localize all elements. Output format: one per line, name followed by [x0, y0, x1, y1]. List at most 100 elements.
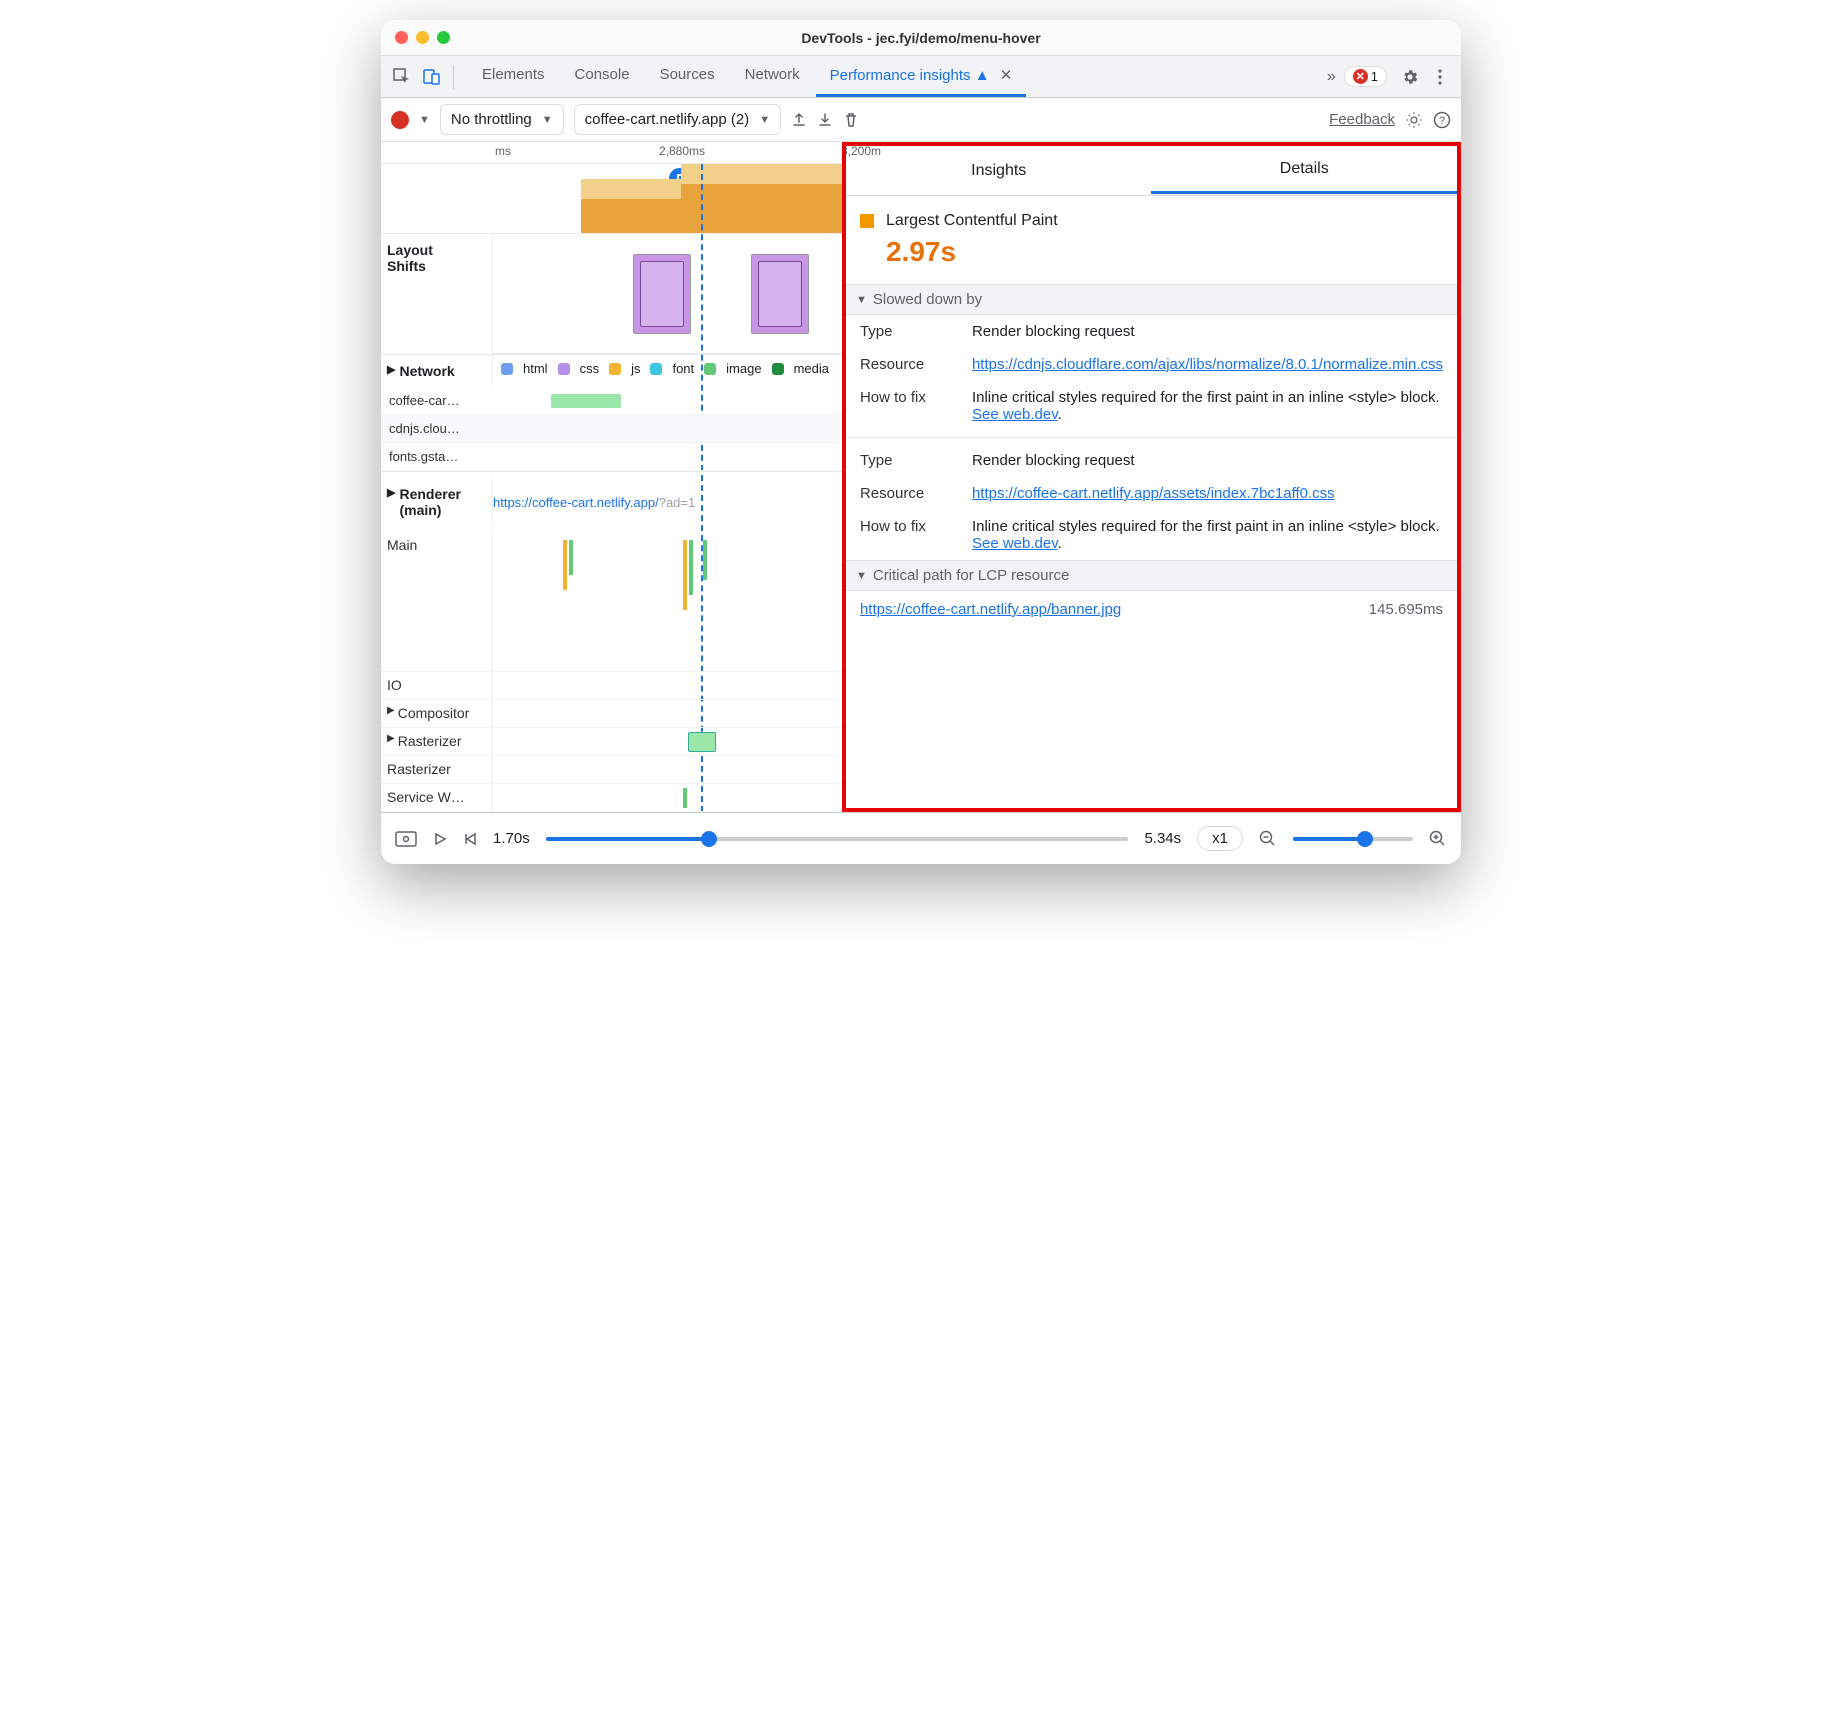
record-menu-caret[interactable]: ▼	[419, 114, 430, 126]
thread-service-worker[interactable]: Service W…	[381, 784, 842, 812]
legend-font-swatch	[650, 363, 662, 375]
skip-back-icon[interactable]	[463, 832, 477, 846]
close-tab-icon[interactable]: ✕	[1000, 67, 1013, 84]
help-icon[interactable]: ?	[1433, 111, 1451, 129]
zoom-slider[interactable]	[1293, 837, 1413, 841]
legend-image-swatch	[704, 363, 716, 375]
export-icon[interactable]	[791, 112, 807, 128]
task-bar[interactable]	[683, 788, 687, 808]
webdev-link[interactable]: See web.dev	[972, 535, 1058, 552]
network-row[interactable]: cdnjs.clou…	[381, 415, 842, 443]
play-icon[interactable]	[433, 832, 447, 846]
lcp-summary: Largest Contentful Paint 2.97s	[846, 196, 1457, 284]
device-toggle-icon[interactable]	[417, 62, 447, 92]
legend-js-swatch	[609, 363, 621, 375]
close-window-button[interactable]	[395, 31, 408, 44]
feedback-link[interactable]: Feedback	[1329, 111, 1395, 128]
recording-select[interactable]: coffee-cart.netlify.app (2)▼	[574, 104, 781, 135]
time-ruler[interactable]: ms 2,880ms 3,200m	[381, 142, 842, 164]
network-row[interactable]: fonts.gsta…	[381, 443, 842, 471]
svg-text:?: ?	[1439, 115, 1445, 127]
thread-rasterizer-2[interactable]: Rasterizer	[381, 756, 842, 784]
critical-path-header[interactable]: Critical path for LCP resource	[846, 560, 1457, 591]
type-value: Render blocking request	[972, 452, 1443, 469]
critical-path-row: https://coffee-cart.netlify.app/banner.j…	[846, 591, 1457, 628]
legend-css-swatch	[558, 363, 570, 375]
devtools-window: DevTools - jec.fyi/demo/menu-hover Eleme…	[381, 20, 1461, 864]
layout-shifts-section: Layout Shifts	[381, 234, 842, 354]
playback-footer: 1.70s 5.34s x1	[381, 812, 1461, 864]
time-slider[interactable]	[546, 837, 1129, 841]
network-rows: coffee-car… cdnjs.clou… fonts.gsta…	[381, 387, 842, 471]
overview-chart[interactable]	[381, 164, 842, 234]
request-bar[interactable]	[551, 394, 621, 408]
insights-settings-icon[interactable]	[1405, 111, 1423, 129]
thread-compositor[interactable]: ▶Compositor	[381, 700, 842, 728]
network-section: ▶Network html css js font image media	[381, 354, 842, 387]
speed-pill[interactable]: x1	[1197, 826, 1243, 851]
renderer-label[interactable]: ▶Renderer (main)	[381, 478, 493, 526]
lcp-value: 2.97s	[886, 236, 1443, 268]
tab-network[interactable]: Network	[731, 56, 814, 97]
slowed-down-header[interactable]: Slowed down by	[846, 284, 1457, 315]
resource-link[interactable]: https://cdnjs.cloudflare.com/ajax/libs/n…	[972, 356, 1443, 373]
tab-sources[interactable]: Sources	[646, 56, 729, 97]
critical-path-time: 145.695ms	[1369, 601, 1443, 618]
kebab-menu-icon[interactable]	[1425, 62, 1455, 92]
task-bar[interactable]	[563, 540, 567, 590]
details-panel: Insights Details Largest Contentful Pain…	[842, 142, 1461, 812]
traffic-lights	[395, 31, 450, 44]
import-icon[interactable]	[817, 112, 833, 128]
fix-text: Inline critical styles required for the …	[972, 518, 1443, 552]
tab-console[interactable]: Console	[561, 56, 644, 97]
tab-elements[interactable]: Elements	[468, 56, 559, 97]
layout-shift-thumbnail[interactable]	[633, 254, 691, 334]
maximize-window-button[interactable]	[437, 31, 450, 44]
task-bar[interactable]	[703, 540, 707, 580]
legend-media-swatch	[772, 363, 784, 375]
more-tabs-icon[interactable]: »	[1319, 68, 1344, 86]
panel-tabbar: Elements Console Sources Network Perform…	[381, 56, 1461, 98]
task-bar[interactable]	[689, 540, 693, 595]
task-bar[interactable]	[688, 732, 716, 752]
delete-icon[interactable]	[843, 112, 859, 128]
panel-tabs: Elements Console Sources Network Perform…	[468, 56, 1319, 97]
time-start: 1.70s	[493, 830, 530, 847]
zoom-in-icon[interactable]	[1429, 830, 1447, 848]
error-icon: ✕	[1353, 69, 1368, 84]
webdev-link[interactable]: See web.dev	[972, 406, 1058, 423]
time-end: 5.34s	[1144, 830, 1181, 847]
layout-shift-thumbnail[interactable]	[751, 254, 809, 334]
thread-io[interactable]: IO	[381, 672, 842, 700]
network-row[interactable]: coffee-car…	[381, 387, 842, 415]
inspect-icon[interactable]	[387, 62, 417, 92]
task-bar[interactable]	[569, 540, 573, 575]
minimize-window-button[interactable]	[416, 31, 429, 44]
renderer-url[interactable]: https://coffee-cart.netlify.app/?ad=1	[493, 495, 695, 510]
settings-icon[interactable]	[1395, 62, 1425, 92]
titlebar: DevTools - jec.fyi/demo/menu-hover	[381, 20, 1461, 56]
fix-text: Inline critical styles required for the …	[972, 389, 1443, 423]
error-count-badge[interactable]: ✕ 1	[1344, 66, 1387, 87]
main-area: ms 2,880ms 3,200m LCP Layout Shifts	[381, 142, 1461, 812]
task-bar[interactable]	[683, 540, 687, 610]
tab-insights-sub[interactable]: Insights	[846, 149, 1152, 193]
network-label[interactable]: ▶Network	[381, 355, 493, 387]
zoom-out-icon[interactable]	[1259, 830, 1277, 848]
lcp-title: Largest Contentful Paint	[886, 212, 1058, 230]
timeline-panel: ms 2,880ms 3,200m LCP Layout Shifts	[381, 142, 842, 812]
layout-shifts-label: Layout Shifts	[381, 234, 493, 354]
preview-icon[interactable]	[395, 831, 417, 847]
critical-path-link[interactable]: https://coffee-cart.netlify.app/banner.j…	[860, 601, 1121, 618]
tab-performance-insights[interactable]: Performance insights ▲ ✕	[816, 56, 1027, 97]
window-title: DevTools - jec.fyi/demo/menu-hover	[801, 30, 1040, 46]
details-tabs: Insights Details	[846, 146, 1457, 196]
thread-main[interactable]: Main	[381, 532, 842, 672]
record-button[interactable]	[391, 111, 409, 129]
thread-rasterizer[interactable]: ▶Rasterizer	[381, 728, 842, 756]
divider	[453, 65, 454, 89]
insights-toolbar: ▼ No throttling▼ coffee-cart.netlify.app…	[381, 98, 1461, 142]
resource-link[interactable]: https://coffee-cart.netlify.app/assets/i…	[972, 485, 1335, 502]
throttling-select[interactable]: No throttling▼	[440, 104, 564, 135]
tab-details-sub[interactable]: Details	[1151, 147, 1457, 194]
